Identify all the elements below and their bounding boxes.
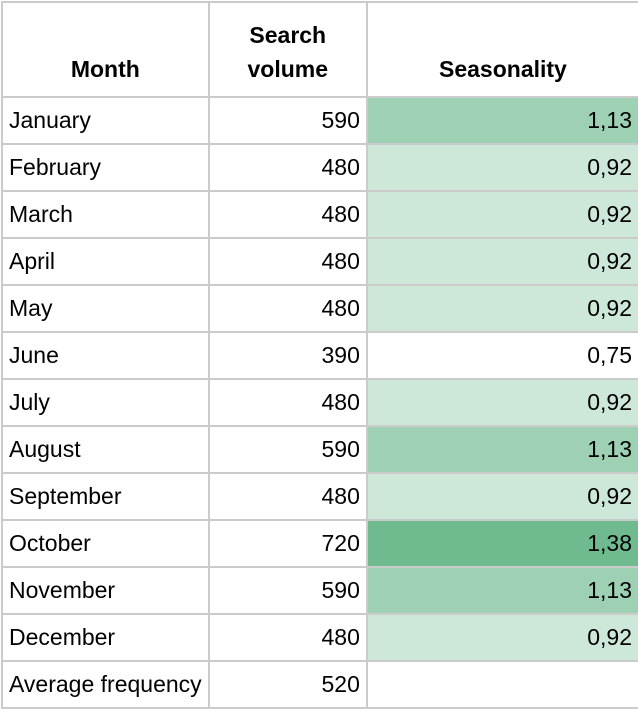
seasonality-cell[interactable]: 1,13	[365, 566, 638, 615]
seasonality-cell[interactable]: 0,92	[365, 143, 638, 192]
volume-cell[interactable]: 720	[207, 519, 368, 568]
header-seasonality[interactable]: Seasonality	[365, 1, 638, 98]
month-cell[interactable]: November	[1, 566, 210, 615]
seasonality-cell[interactable]: 1,13	[365, 425, 638, 474]
header-month[interactable]: Month	[1, 1, 210, 98]
volume-cell[interactable]: 480	[207, 190, 368, 239]
seasonality-cell[interactable]: 0,75	[365, 331, 638, 380]
average-seasonality[interactable]	[365, 660, 638, 709]
seasonality-cell[interactable]: 1,13	[365, 96, 638, 145]
seasonality-cell[interactable]: 0,92	[365, 613, 638, 662]
average-volume[interactable]: 520	[207, 660, 368, 709]
seasonality-cell[interactable]: 0,92	[365, 237, 638, 286]
month-cell[interactable]: February	[1, 143, 210, 192]
table-row: November 590 1,13	[1, 566, 638, 615]
volume-cell[interactable]: 480	[207, 237, 368, 286]
average-label[interactable]: Average frequency	[1, 660, 210, 709]
table-row: April 480 0,92	[1, 237, 638, 286]
header-row: Month Search volume Seasonality	[1, 1, 638, 98]
table-row: December 480 0,92	[1, 613, 638, 662]
seasonality-cell[interactable]: 0,92	[365, 190, 638, 239]
header-search-volume[interactable]: Search volume	[207, 1, 368, 98]
header-search-volume-line2: volume	[247, 56, 329, 82]
month-cell[interactable]: March	[1, 190, 210, 239]
month-cell[interactable]: December	[1, 613, 210, 662]
table-row: February 480 0,92	[1, 143, 638, 192]
volume-cell[interactable]: 590	[207, 96, 368, 145]
volume-cell[interactable]: 390	[207, 331, 368, 380]
table-row: September 480 0,92	[1, 472, 638, 521]
volume-cell[interactable]: 480	[207, 143, 368, 192]
month-cell[interactable]: June	[1, 331, 210, 380]
month-cell[interactable]: January	[1, 96, 210, 145]
table-row: May 480 0,92	[1, 284, 638, 333]
volume-cell[interactable]: 590	[207, 566, 368, 615]
table-row: July 480 0,92	[1, 378, 638, 427]
footer-row: Average frequency 520	[1, 660, 638, 709]
table-row: June 390 0,75	[1, 331, 638, 380]
seasonality-cell[interactable]: 0,92	[365, 472, 638, 521]
seasonality-cell[interactable]: 1,38	[365, 519, 638, 568]
volume-cell[interactable]: 480	[207, 472, 368, 521]
month-cell[interactable]: October	[1, 519, 210, 568]
table-row: October 720 1,38	[1, 519, 638, 568]
volume-cell[interactable]: 480	[207, 378, 368, 427]
seasonality-table: Month Search volume Seasonality January 59…	[1, 1, 638, 709]
table-row: August 590 1,13	[1, 425, 638, 474]
month-cell[interactable]: May	[1, 284, 210, 333]
month-cell[interactable]: July	[1, 378, 210, 427]
table-row: January 590 1,13	[1, 96, 638, 145]
month-cell[interactable]: August	[1, 425, 210, 474]
month-cell[interactable]: April	[1, 237, 210, 286]
month-cell[interactable]: September	[1, 472, 210, 521]
seasonality-cell[interactable]: 0,92	[365, 284, 638, 333]
volume-cell[interactable]: 590	[207, 425, 368, 474]
header-search-volume-line1: Search	[249, 22, 327, 48]
volume-cell[interactable]: 480	[207, 613, 368, 662]
volume-cell[interactable]: 480	[207, 284, 368, 333]
seasonality-cell[interactable]: 0,92	[365, 378, 638, 427]
table-row: March 480 0,92	[1, 190, 638, 239]
